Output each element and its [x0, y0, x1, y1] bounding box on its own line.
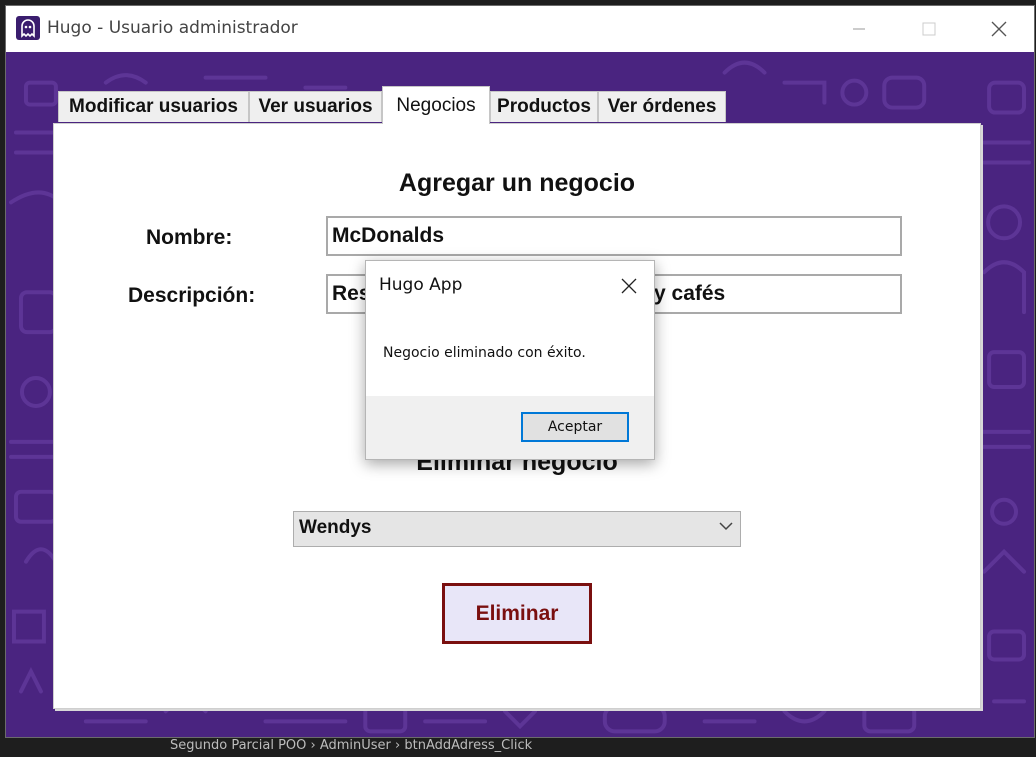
background-breadcrumb: Segundo Parcial POO › AdminUser › btnAdd…	[170, 738, 533, 753]
minimize-button[interactable]	[836, 6, 882, 52]
minimize-icon	[853, 28, 865, 30]
add-business-title: Agregar un negocio	[398, 169, 636, 197]
dialog-message: Negocio eliminado con éxito.	[383, 345, 586, 361]
business-select-value: Wendys	[299, 517, 372, 538]
business-select[interactable]: Wendys	[293, 511, 741, 547]
close-icon	[991, 21, 1007, 37]
window-title: Hugo - Usuario administrador	[47, 18, 298, 38]
close-icon	[621, 278, 637, 294]
close-button[interactable]	[976, 6, 1022, 52]
name-field[interactable]: McDonalds	[326, 216, 902, 256]
tab-productos[interactable]: Productos	[490, 91, 598, 122]
app-ghost-icon	[16, 16, 40, 40]
ok-button[interactable]: Aceptar	[521, 412, 629, 442]
dialog-close-button[interactable]	[616, 273, 642, 299]
dialog-footer: Aceptar	[366, 396, 654, 459]
maximize-button[interactable]	[906, 6, 952, 52]
tab-ver-usuarios[interactable]: Ver usuarios	[249, 91, 382, 122]
description-label: Descripción:	[128, 284, 256, 307]
tab-negocios[interactable]: Negocios	[382, 86, 490, 124]
name-label: Nombre:	[146, 226, 233, 249]
dialog-title: Hugo App	[379, 275, 463, 295]
maximize-icon	[922, 22, 936, 36]
tab-modificar-usuarios[interactable]: Modificar usuarios	[58, 91, 249, 122]
tab-ver-ordenes[interactable]: Ver órdenes	[598, 91, 726, 122]
message-dialog: Hugo App Negocio eliminado con éxito. Ac…	[365, 260, 655, 460]
delete-button[interactable]: Eliminar	[442, 583, 592, 644]
description-value-end: y cafés	[654, 282, 726, 305]
title-bar[interactable]: Hugo - Usuario administrador	[6, 6, 1034, 52]
chevron-down-icon	[719, 522, 733, 531]
